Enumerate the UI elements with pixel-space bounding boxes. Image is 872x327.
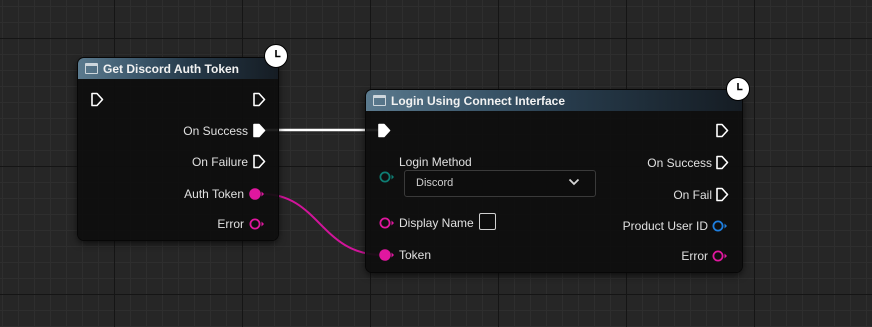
output-label-on-success: On Success <box>183 124 248 138</box>
output-label-error: Error <box>217 217 244 231</box>
token-label: Token <box>399 248 432 262</box>
clock-icon <box>264 44 288 68</box>
on-failure-exec-pin[interactable] <box>252 154 266 169</box>
function-icon <box>85 63 98 74</box>
display-name-pin[interactable] <box>379 217 395 229</box>
function-icon <box>373 95 386 106</box>
on-success-exec-pin[interactable] <box>252 123 266 138</box>
output-label-auth-token: Auth Token <box>184 187 244 201</box>
login-method-label: Login Method <box>399 155 472 169</box>
product-user-id-pin[interactable] <box>712 220 728 232</box>
on-success-exec-pin[interactable] <box>715 155 729 170</box>
output-label-on-failure: On Failure <box>191 155 248 169</box>
on-fail-exec-pin[interactable] <box>715 187 729 202</box>
output-label-error: Error <box>681 249 708 263</box>
node-header[interactable]: Get Discord Auth Token <box>78 58 278 79</box>
exec-output-pin[interactable] <box>715 123 729 138</box>
display-name-checkbox[interactable] <box>479 213 496 230</box>
exec-output-pin[interactable] <box>252 92 266 107</box>
login-using-connect-interface-node[interactable]: Login Using Connect Interface Login Meth… <box>366 90 742 272</box>
login-method-dropdown[interactable]: Discord <box>404 170 596 197</box>
exec-input-pin[interactable] <box>90 92 104 107</box>
node-header[interactable]: Login Using Connect Interface <box>366 90 742 111</box>
token-pin[interactable] <box>379 249 395 261</box>
error-pin[interactable] <box>712 250 728 262</box>
display-name-label: Display Name <box>399 216 474 230</box>
get-discord-auth-token-node[interactable]: Get Discord Auth Token On Success On Fai… <box>78 58 278 240</box>
node-title: Get Discord Auth Token <box>103 61 240 76</box>
auth-token-pin[interactable] <box>249 188 265 200</box>
error-pin[interactable] <box>249 218 265 230</box>
output-label-product-user-id: Product User ID <box>622 219 708 233</box>
node-title: Login Using Connect Interface <box>391 93 566 108</box>
chevron-down-icon <box>568 178 580 186</box>
clock-icon <box>726 77 750 101</box>
output-label-on-fail: On Fail <box>673 188 712 202</box>
token-wire[interactable] <box>261 193 384 256</box>
exec-input-pin[interactable] <box>377 123 391 138</box>
login-method-value: Discord <box>416 177 454 189</box>
login-method-pin[interactable] <box>379 171 395 183</box>
output-label-on-success: On Success <box>647 156 712 170</box>
